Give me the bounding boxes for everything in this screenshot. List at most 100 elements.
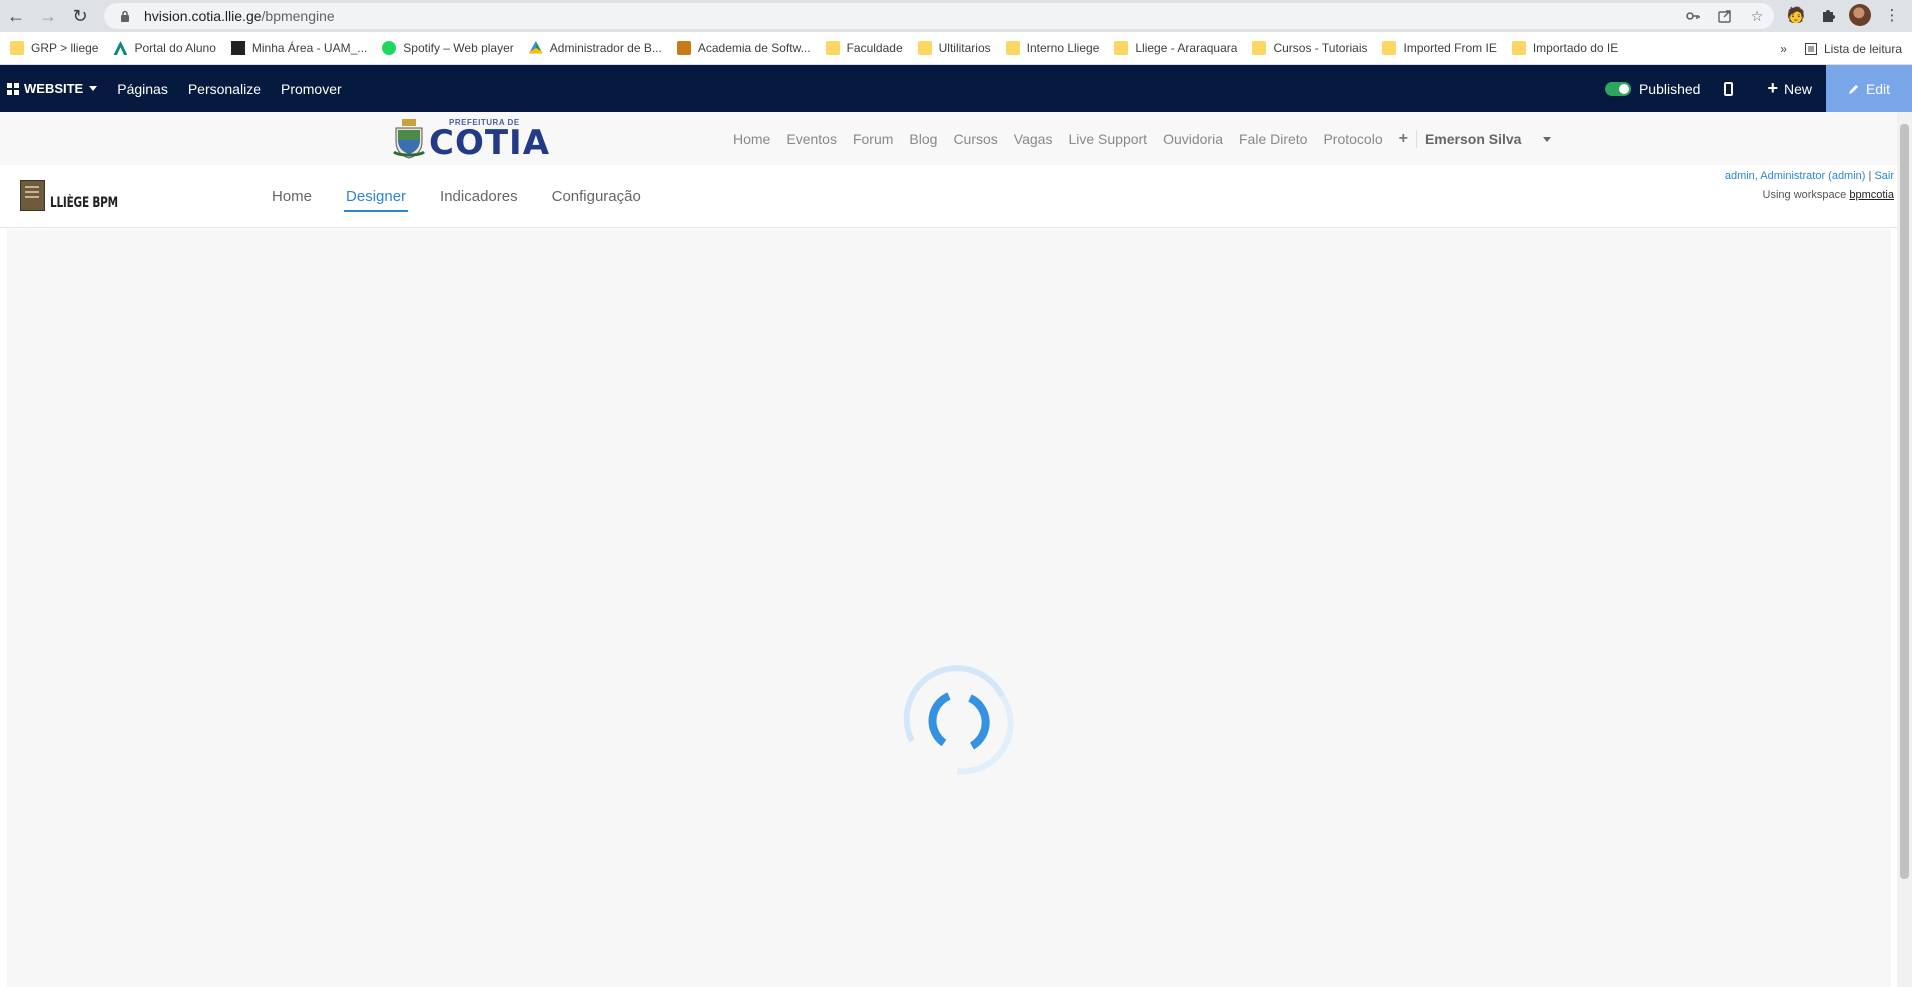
bookmark-label: Portal do Aluno	[134, 41, 216, 55]
bookmark-item[interactable]: Cursos - Tutoriais	[1252, 41, 1367, 55]
designer-canvas	[7, 229, 1891, 987]
bookmark-label: Importado do IE	[1532, 41, 1619, 55]
logo-title: COTIA	[429, 123, 551, 163]
lock-icon[interactable]	[118, 9, 132, 23]
bookmark-label: Interno Lliege	[1026, 41, 1100, 55]
bookmark-label: Ultilitarios	[938, 41, 991, 55]
bookmark-label: Lliege - Araraquara	[1135, 41, 1238, 55]
tab-home[interactable]: Home	[270, 182, 314, 211]
bookmark-item[interactable]: Lliege - Araraquara	[1114, 41, 1237, 55]
folder-icon	[1382, 41, 1397, 55]
bookmark-item[interactable]: Imported From IE	[1382, 41, 1497, 55]
bookmark-label: Academia de Softw...	[697, 41, 811, 55]
site-nav-ouvidoria[interactable]: Ouvidoria	[1163, 131, 1223, 147]
tab-designer[interactable]: Designer	[344, 182, 409, 212]
site-nav-fale-direto[interactable]: Fale Direto	[1239, 131, 1307, 147]
browser-toolbar: ← → ↻ hvision.cotia.llie.ge/bpmengine ☆ …	[0, 0, 1912, 32]
spotify-icon	[382, 41, 397, 55]
menu-promover[interactable]: Promover	[281, 81, 342, 97]
more-bookmarks-icon[interactable]: »	[1780, 42, 1787, 56]
anima-icon	[113, 41, 128, 55]
back-icon[interactable]: ←	[0, 0, 32, 32]
logo-subtitle: PREFEITURA DE	[449, 118, 520, 127]
bpm-tabs: Home Designer Indicadores Configuração	[270, 165, 673, 228]
bookmark-item[interactable]: GRP > lliege	[10, 41, 98, 55]
tab-configuracao[interactable]: Configuração	[550, 182, 643, 211]
puzzle-icon[interactable]	[1816, 3, 1840, 27]
bookmark-item[interactable]: Academia de Softw...	[676, 41, 811, 55]
bookmark-label: Spotify – Web player	[403, 41, 514, 55]
bookmark-label: Cursos - Tutoriais	[1273, 41, 1368, 55]
scrollbar-thumb[interactable]	[1900, 124, 1909, 879]
bookmark-label: Faculdade	[846, 41, 903, 55]
document-icon	[20, 180, 45, 211]
user-menu[interactable]: Emerson Silva	[1425, 131, 1568, 147]
loading-spinner-icon	[903, 665, 1014, 775]
website-header: PREFEITURA DE COTIA Home Eventos Forum B…	[0, 112, 1912, 165]
pencil-icon	[1848, 84, 1858, 94]
tab-indicadores[interactable]: Indicadores	[438, 182, 520, 211]
site-nav-home[interactable]: Home	[733, 131, 770, 147]
menu-kebab-icon[interactable]: ⋮	[1880, 3, 1904, 27]
bookmark-label: Administrador de B...	[549, 41, 662, 55]
extension-icon[interactable]: 🧑	[1784, 3, 1808, 27]
site-nav-blog[interactable]: Blog	[909, 131, 937, 147]
bookmark-item[interactable]: Spotify – Web player	[382, 41, 514, 55]
separator: |	[1868, 170, 1872, 182]
bookmark-item[interactable]: Interno Lliege	[1005, 41, 1100, 55]
apps-label: WEBSITE	[24, 81, 84, 96]
site-nav-eventos[interactable]: Eventos	[786, 131, 837, 147]
add-menu-icon[interactable]: +	[1399, 129, 1417, 148]
bookmark-item[interactable]: Portal do Aluno	[113, 41, 216, 55]
bookmark-item[interactable]: Administrador de B...	[528, 41, 662, 55]
apps-grid-icon	[7, 82, 19, 95]
published-label: Published	[1638, 80, 1701, 97]
page-scrollbar[interactable]	[1897, 112, 1912, 987]
workspace-link[interactable]: bpmcotia	[1849, 189, 1894, 201]
mobile-preview-icon[interactable]	[1724, 81, 1734, 96]
bookmark-label: Minha Área - UAM_...	[251, 41, 368, 55]
folder-icon	[1511, 41, 1526, 55]
reading-list[interactable]: Lista de leitura	[1804, 41, 1902, 56]
address-bar[interactable]: hvision.cotia.llie.ge/bpmengine ☆	[104, 3, 1774, 29]
new-label: New	[1783, 80, 1812, 97]
bpm-header: LLIÈGE BPM Home Designer Indicadores Con…	[0, 165, 1912, 228]
reading-list-icon	[1804, 42, 1817, 55]
menu-personalize[interactable]: Personalize	[188, 81, 261, 97]
site-nav: Home Eventos Forum Blog Cursos Vagas Liv…	[733, 112, 1583, 165]
star-icon[interactable]: ☆	[1748, 7, 1766, 25]
key-icon[interactable]	[1684, 7, 1702, 25]
site-nav-forum[interactable]: Forum	[853, 131, 893, 147]
apps-menu[interactable]: WEBSITE	[0, 81, 98, 96]
bookmark-label: Imported From IE	[1403, 41, 1497, 55]
site-nav-cursos[interactable]: Cursos	[953, 131, 997, 147]
reading-list-label: Lista de leitura	[1823, 41, 1902, 56]
user-link[interactable]: admin, Administrator (admin)	[1725, 170, 1866, 182]
share-icon[interactable]	[1716, 7, 1734, 25]
folder-icon	[825, 41, 840, 55]
profile-avatar[interactable]	[1848, 3, 1872, 27]
published-toggle[interactable]	[1604, 81, 1631, 96]
bookmark-item[interactable]: Importado do IE	[1511, 41, 1619, 55]
bookmark-item[interactable]: Faculdade	[825, 41, 903, 55]
site-nav-live-support[interactable]: Live Support	[1068, 131, 1147, 147]
new-button[interactable]: + New	[1767, 78, 1812, 99]
menu-paginas[interactable]: Páginas	[117, 81, 168, 97]
user-name: Emerson Silva	[1424, 130, 1522, 147]
forward-icon[interactable]: →	[32, 0, 64, 32]
crest-icon	[393, 119, 425, 159]
lliege-bpm-logo[interactable]: LLIÈGE BPM	[20, 180, 140, 211]
bookmark-item[interactable]: Minha Área - UAM_...	[230, 41, 368, 55]
bpm-logo-text: LLIÈGE BPM	[50, 195, 118, 211]
logout-link[interactable]: Sair	[1874, 170, 1894, 182]
cotia-logo[interactable]: PREFEITURA DE COTIA	[393, 118, 550, 160]
reload-icon[interactable]: ↻	[64, 0, 96, 32]
edit-button[interactable]: Edit	[1826, 65, 1912, 112]
folder-icon	[1252, 41, 1267, 55]
bookmark-label: GRP > lliege	[31, 41, 99, 55]
site-nav-protocolo[interactable]: Protocolo	[1323, 131, 1382, 147]
bookmark-item[interactable]: Ultilitarios	[917, 41, 991, 55]
site-nav-vagas[interactable]: Vagas	[1014, 131, 1053, 147]
folder-icon	[917, 41, 932, 55]
workspace-prefix: Using workspace	[1762, 189, 1847, 201]
